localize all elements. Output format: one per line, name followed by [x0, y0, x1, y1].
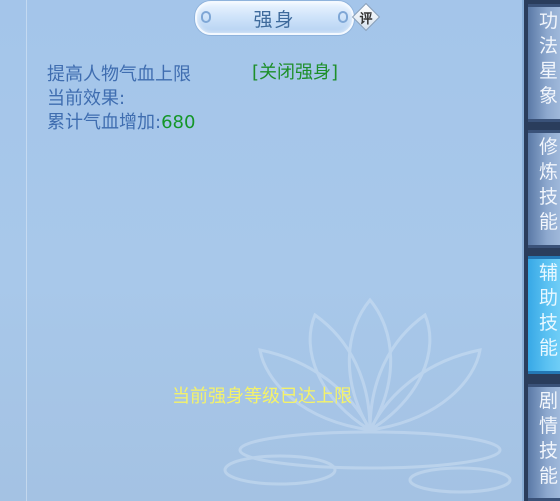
- pill-left-ornament: [201, 11, 211, 23]
- tab-xiulian-jineng[interactable]: 修 炼 技 能: [528, 130, 560, 248]
- panel-divider: [26, 0, 27, 501]
- tab-char: 炼: [539, 161, 559, 183]
- tab-char: 功: [539, 10, 559, 32]
- page-title: 强身: [253, 8, 296, 31]
- tab-juqing-jineng[interactable]: 剧 情 技 能: [528, 384, 560, 501]
- max-level-notice: 当前强身等级已达上限: [172, 386, 352, 407]
- tab-char: 象: [539, 85, 559, 107]
- tab-char: 剧: [539, 390, 559, 412]
- tab-gongfa-xingxiang[interactable]: 功 法 星 象: [528, 4, 560, 122]
- rate-label: 评: [359, 11, 373, 27]
- tab-char: 星: [539, 60, 559, 82]
- tab-char: 情: [539, 415, 559, 437]
- tab-char: 技: [539, 440, 559, 462]
- tab-char: 辅: [539, 262, 559, 284]
- tab-char: 技: [539, 312, 559, 334]
- tab-char: 能: [539, 337, 559, 359]
- skill-description: 提高人物气血上限: [47, 64, 191, 85]
- hp-bonus-value: 680: [161, 112, 196, 133]
- title-banner: 强身: [195, 1, 354, 35]
- rate-button[interactable]: 评: [351, 2, 381, 32]
- tab-fuzhu-jineng[interactable]: 辅 助 技 能: [528, 256, 560, 374]
- current-effect-label: 当前效果:: [47, 88, 126, 109]
- tab-char: 法: [539, 35, 559, 57]
- tab-char: 能: [539, 211, 559, 233]
- side-tab-bar: 功 法 星 象 修 炼 技 能 辅 助 技 能 剧 情 技 能: [524, 0, 560, 501]
- tab-char: 技: [539, 186, 559, 208]
- hp-bonus-label: 累计气血增加:: [47, 112, 162, 133]
- tab-char: 能: [539, 465, 559, 487]
- tab-char: 修: [539, 136, 559, 158]
- tab-char: 助: [539, 287, 559, 309]
- skill-panel: 强身 评 提高人物气血上限 [关闭强身] 当前效果: 累计气血增加:680 当前…: [0, 0, 524, 501]
- hp-bonus-line: 累计气血增加:680: [47, 108, 195, 134]
- pill-right-ornament: [338, 11, 348, 23]
- toggle-skill-link[interactable]: [关闭强身]: [252, 58, 338, 84]
